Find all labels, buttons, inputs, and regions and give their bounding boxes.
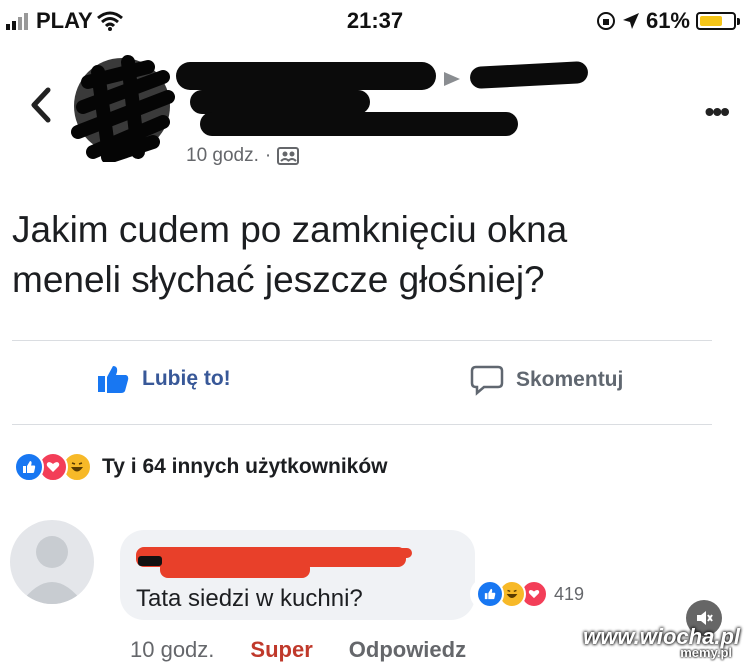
- post-line: meneli słychać jeszcze głośniej?: [12, 259, 545, 300]
- status-bar: PLAY 21:37 61%: [0, 0, 750, 42]
- share-arrow-icon: [444, 72, 460, 86]
- comment-icon: [470, 365, 504, 396]
- commenter-avatar[interactable]: [10, 520, 94, 604]
- comment-text: Tata siedzi w kuchni?: [136, 585, 363, 612]
- redacted-page-name: [200, 112, 518, 136]
- separator-dot: ·: [264, 145, 272, 166]
- battery-percent: 61%: [645, 8, 690, 33]
- avatar-scribble: [71, 55, 175, 162]
- orientation-lock-icon: [596, 12, 615, 30]
- redacted-commenter-name: [380, 548, 412, 558]
- redacted-name: [190, 90, 370, 114]
- comment-button[interactable]: Skomentuj: [470, 364, 623, 396]
- divider: [12, 424, 712, 425]
- thumbs-up-icon: [98, 366, 129, 393]
- reactions-count: Ty i 64 innych użytkowników: [102, 455, 388, 478]
- watermark-sub: memy.pl: [680, 645, 732, 660]
- comment-label: Skomentuj: [516, 368, 624, 391]
- redacted-commenter-name: [160, 560, 310, 578]
- battery-icon: [696, 12, 740, 30]
- redacted-page-name: [469, 60, 589, 90]
- chevron-left-icon: [31, 87, 51, 123]
- post-text: Jakim cudem po zamknięciu okna meneli sł…: [12, 205, 732, 305]
- post-line: Jakim cudem po zamknięciu okna: [12, 209, 568, 250]
- divider: [12, 340, 712, 341]
- comment-reactions[interactable]: 419: [470, 578, 591, 610]
- comment-time: 10 godz.: [130, 637, 215, 662]
- location-icon: [622, 13, 639, 29]
- group-privacy-icon: [277, 147, 300, 165]
- like-label: Lubię to!: [142, 367, 231, 390]
- comment-reaction-count: 419: [554, 583, 585, 604]
- post-timestamp: 10 godz.: [186, 145, 259, 166]
- comment-actions: 10 godz. Super Odpowiedz: [130, 637, 466, 663]
- like-reaction-icon: [476, 580, 504, 608]
- default-avatar-icon: [20, 536, 84, 604]
- post-meta: 10 godz. ·: [186, 145, 300, 167]
- reactions-summary[interactable]: Ty i 64 innych użytkowników: [14, 452, 388, 482]
- like-button[interactable]: Lubię to!: [96, 364, 231, 394]
- redacted-name-fragment: [138, 556, 162, 566]
- more-options-button[interactable]: •••: [705, 96, 730, 128]
- back-button[interactable]: [22, 82, 62, 128]
- status-right: 61%: [596, 8, 740, 34]
- comment-reply-button[interactable]: Odpowiedz: [349, 637, 466, 663]
- redacted-name: [176, 62, 436, 90]
- comment-react-button[interactable]: Super: [250, 637, 312, 663]
- like-reaction-icon: [14, 452, 44, 482]
